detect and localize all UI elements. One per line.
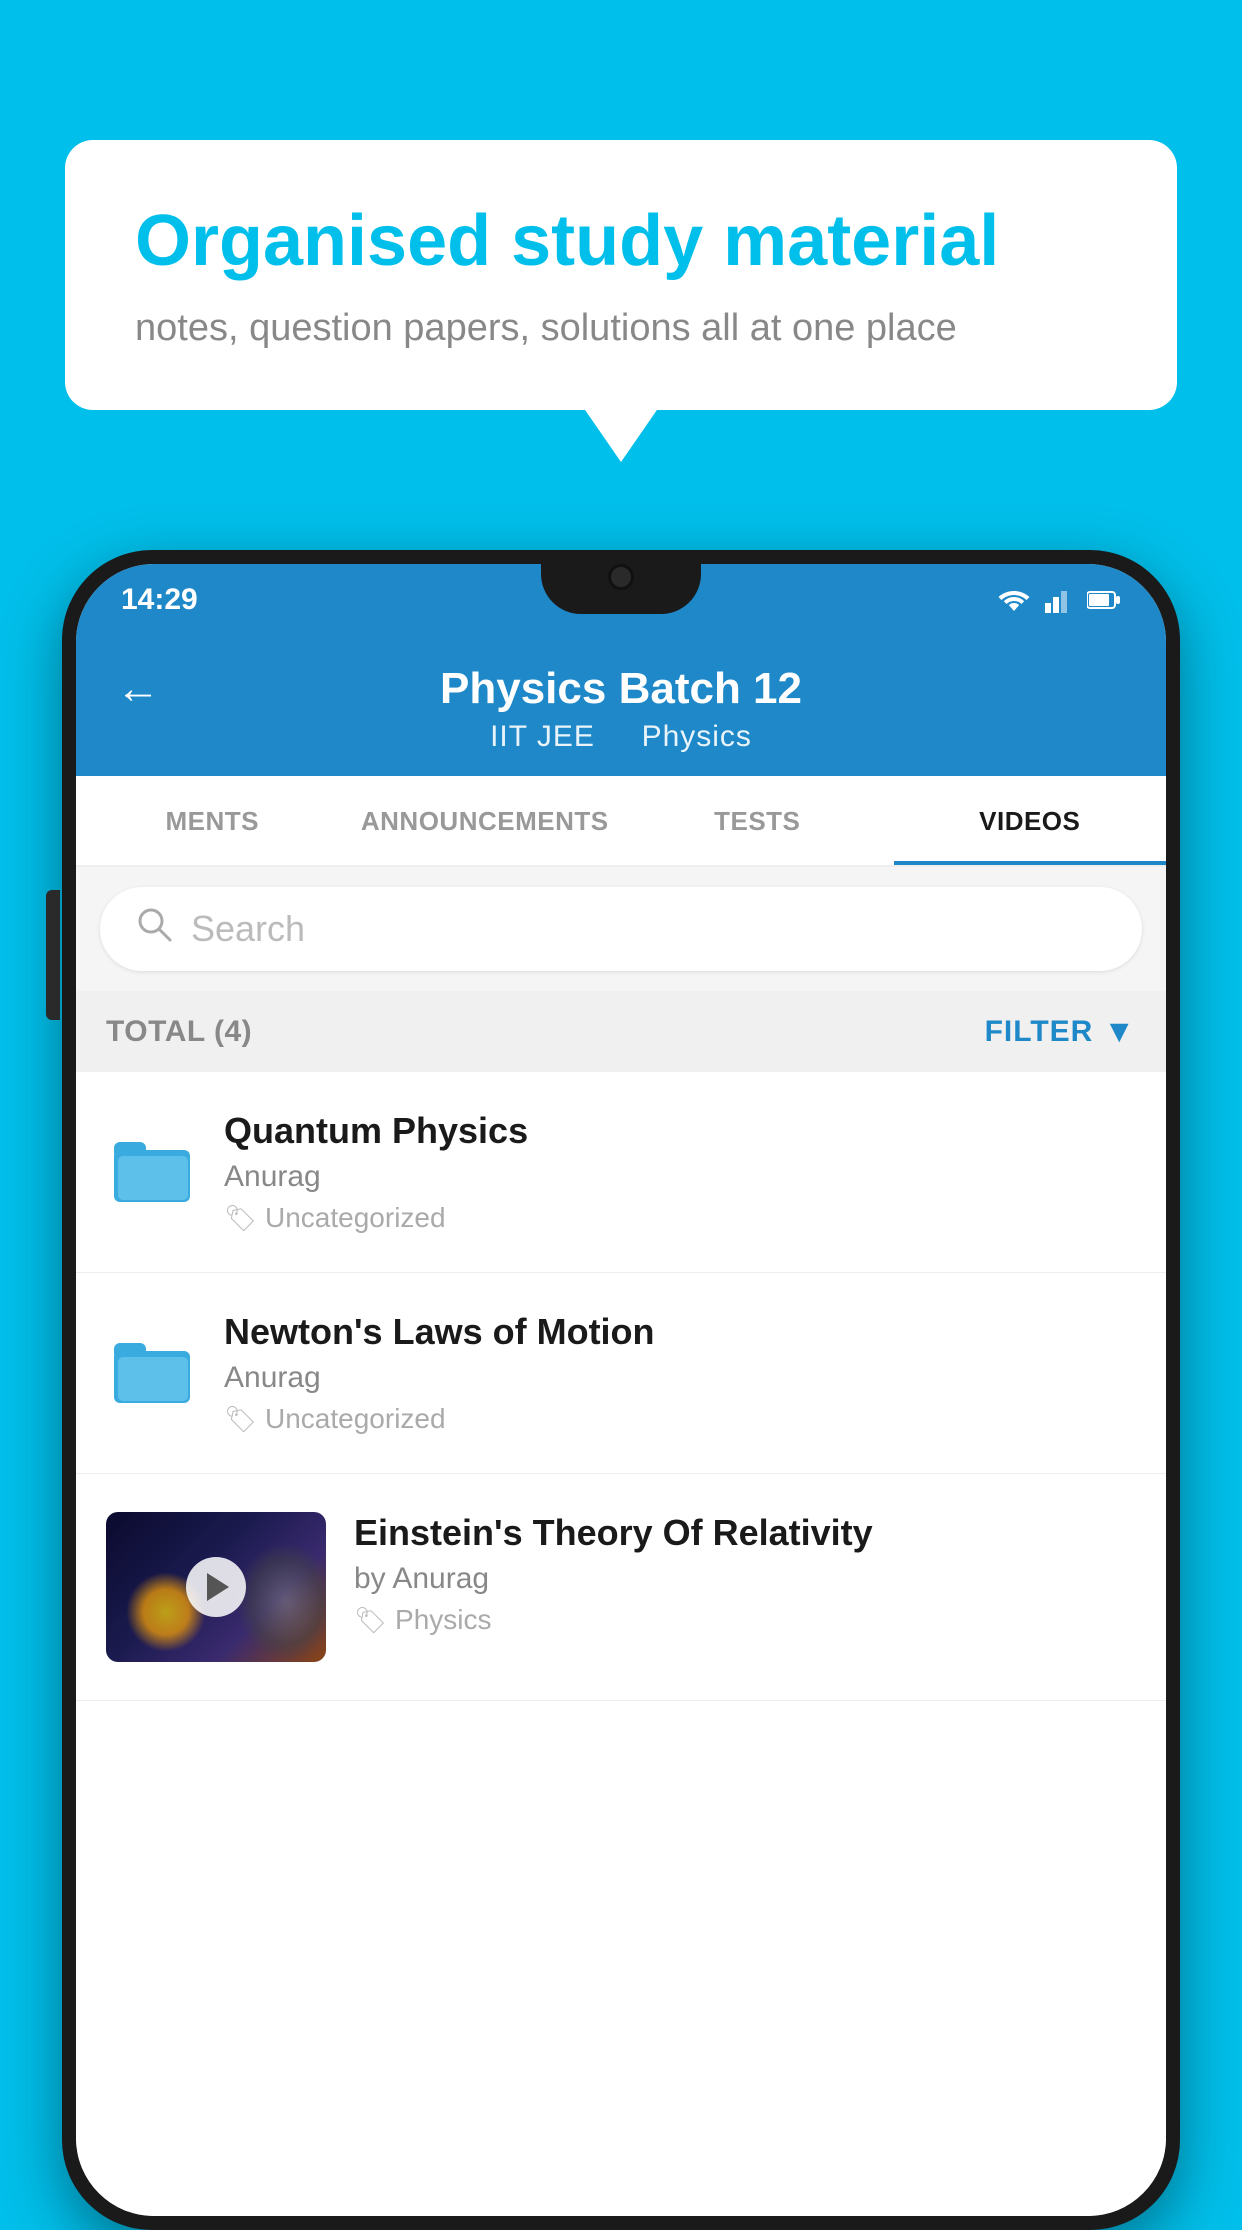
item-title: Quantum Physics <box>224 1110 1136 1152</box>
list-item-video[interactable]: Einstein's Theory Of Relativity by Anura… <box>76 1474 1166 1701</box>
phone-frame: 14:29 <box>62 550 1180 2230</box>
speech-bubble: Organised study material notes, question… <box>65 140 1177 410</box>
signal-icon <box>1045 587 1073 613</box>
tag-icon: 🏷 <box>224 1203 257 1234</box>
tab-videos[interactable]: VIDEOS <box>894 776 1167 865</box>
item-details: Einstein's Theory Of Relativity by Anura… <box>354 1512 1136 1636</box>
filter-button[interactable]: FILTER ▼ <box>985 1013 1136 1050</box>
filter-bar: TOTAL (4) FILTER ▼ <box>76 991 1166 1072</box>
app-title: Physics Batch 12 <box>440 664 802 714</box>
folder-icon <box>114 1337 189 1409</box>
list-item[interactable]: Quantum Physics Anurag 🏷 Uncategorized <box>76 1072 1166 1273</box>
tag-icon: 🏷 <box>354 1605 387 1636</box>
camera-dot <box>608 564 634 590</box>
item-details: Quantum Physics Anurag 🏷 Uncategorized <box>224 1110 1136 1234</box>
total-count: TOTAL (4) <box>106 1015 252 1049</box>
search-placeholder: Search <box>191 908 305 950</box>
app-subtitle: IIT JEE Physics <box>490 720 752 754</box>
status-icons <box>997 587 1121 613</box>
item-title: Einstein's Theory Of Relativity <box>354 1512 1136 1554</box>
folder-icon <box>114 1136 189 1208</box>
subtitle-physics: Physics <box>642 720 752 753</box>
bubble-title: Organised study material <box>135 200 1107 283</box>
tag-label: Uncategorized <box>265 1202 446 1234</box>
tag-label: Uncategorized <box>265 1403 446 1435</box>
list-item[interactable]: Newton's Laws of Motion Anurag 🏷 Uncateg… <box>76 1273 1166 1474</box>
filter-label: FILTER <box>985 1015 1094 1049</box>
item-tag: 🏷 Uncategorized <box>224 1202 1136 1234</box>
filter-icon: ▼ <box>1103 1013 1136 1050</box>
subtitle-iitjee: IIT JEE <box>490 720 595 753</box>
search-container: Search <box>76 867 1166 991</box>
tag-label: Physics <box>395 1604 491 1636</box>
phone-inner: 14:29 <box>76 564 1166 2216</box>
status-time: 14:29 <box>121 583 198 617</box>
search-icon <box>135 905 173 953</box>
item-author: by Anurag <box>354 1562 1136 1596</box>
tag-icon: 🏷 <box>224 1404 257 1435</box>
back-button[interactable]: ← <box>116 664 160 714</box>
battery-icon <box>1087 590 1121 610</box>
tab-ments[interactable]: MENTS <box>76 776 349 865</box>
app-header: ← Physics Batch 12 IIT JEE Physics <box>76 636 1166 776</box>
bubble-subtitle: notes, question papers, solutions all at… <box>135 307 1107 350</box>
wifi-icon <box>997 587 1031 613</box>
video-thumbnail <box>106 1512 326 1662</box>
tabs-bar: MENTS ANNOUNCEMENTS TESTS VIDEOS <box>76 776 1166 867</box>
search-box[interactable]: Search <box>100 887 1142 971</box>
play-button[interactable] <box>186 1557 246 1617</box>
item-tag: 🏷 Uncategorized <box>224 1403 1136 1435</box>
item-author: Anurag <box>224 1361 1136 1395</box>
app-content: ← Physics Batch 12 IIT JEE Physics MENTS… <box>76 636 1166 2216</box>
item-tag: 🏷 Physics <box>354 1604 1136 1636</box>
item-title: Newton's Laws of Motion <box>224 1311 1136 1353</box>
play-triangle-icon <box>207 1573 229 1601</box>
tab-announcements[interactable]: ANNOUNCEMENTS <box>349 776 622 865</box>
item-author: Anurag <box>224 1160 1136 1194</box>
header-row: ← Physics Batch 12 <box>116 664 1126 714</box>
tab-tests[interactable]: TESTS <box>621 776 894 865</box>
item-details: Newton's Laws of Motion Anurag 🏷 Uncateg… <box>224 1311 1136 1435</box>
content-list: Quantum Physics Anurag 🏷 Uncategorized <box>76 1072 1166 2216</box>
speech-bubble-section: Organised study material notes, question… <box>65 140 1177 410</box>
folder-icon-container <box>106 1127 196 1217</box>
folder-icon-container <box>106 1328 196 1418</box>
